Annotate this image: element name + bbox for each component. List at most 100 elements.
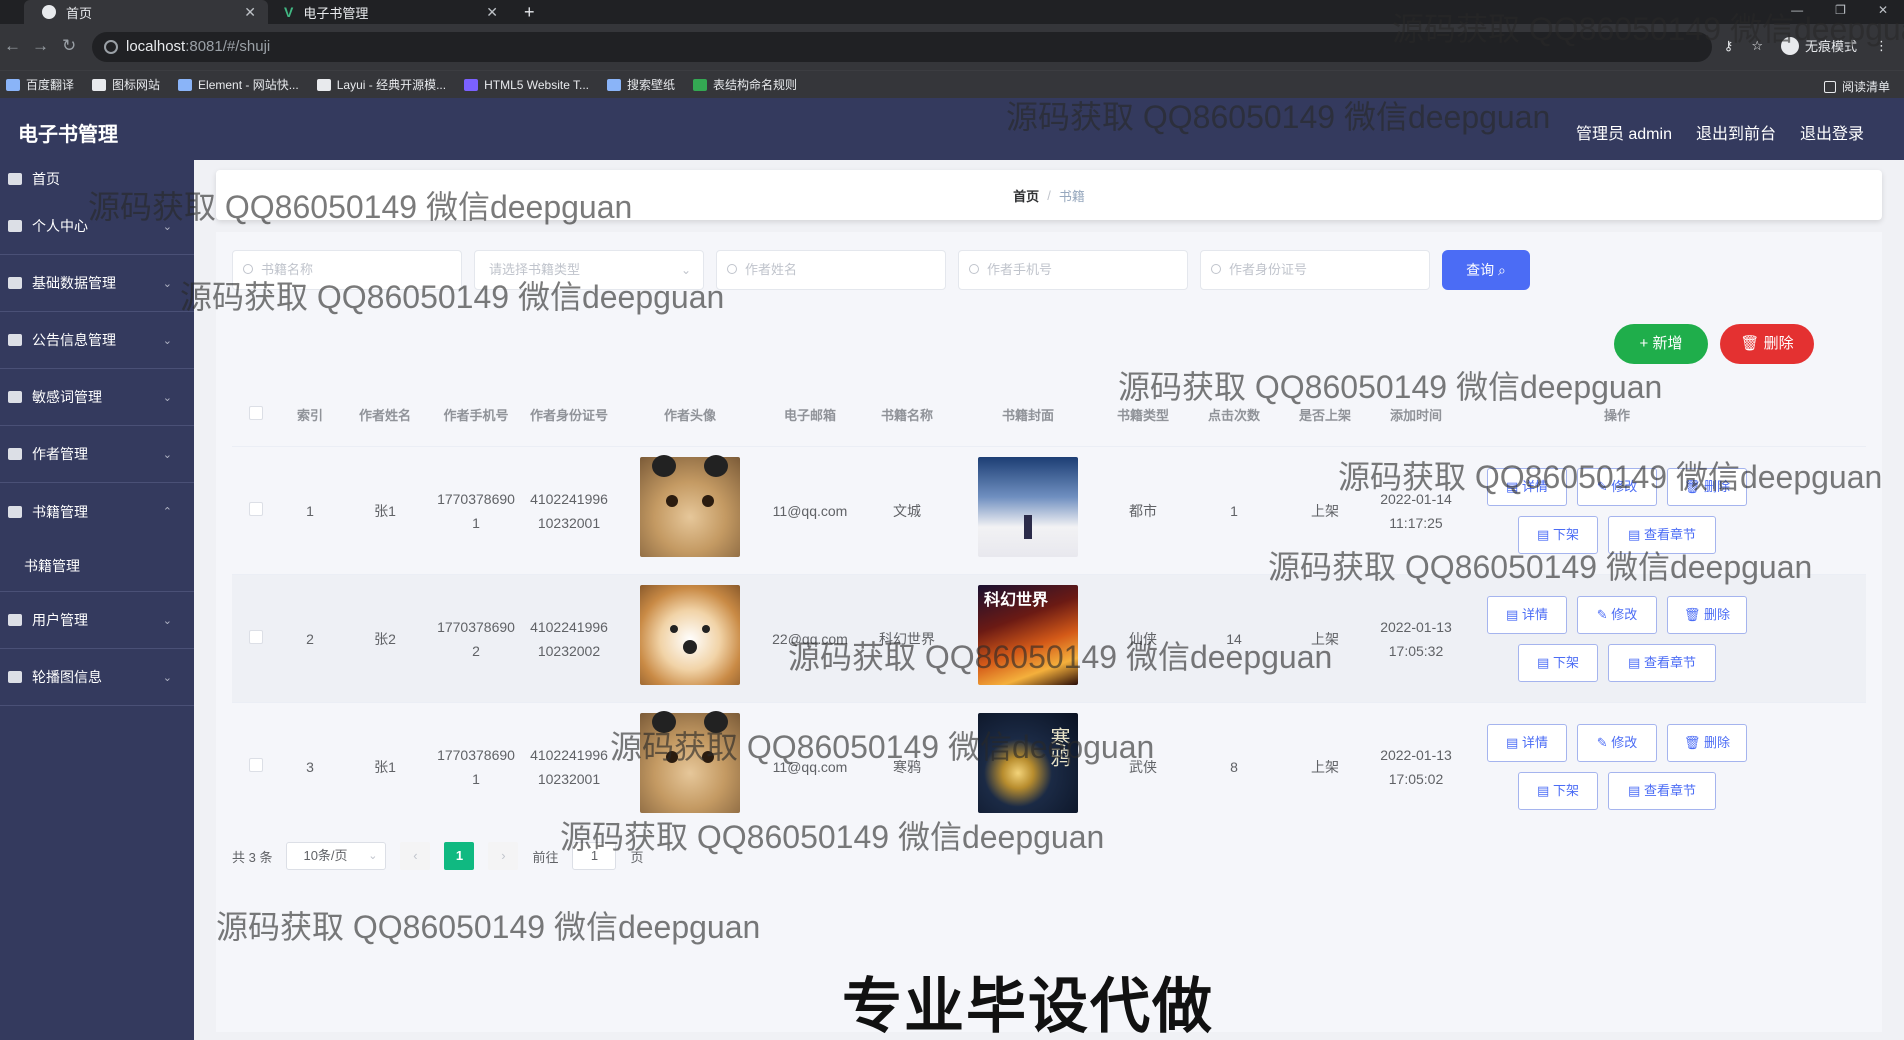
query-label: 查询 bbox=[1466, 262, 1495, 278]
star-icon[interactable]: ☆ bbox=[1751, 38, 1763, 54]
delete-button[interactable]: 🗑 删除 bbox=[1667, 595, 1747, 634]
chevron-down-icon: ⌄ bbox=[162, 671, 172, 684]
browser-tab-ebook[interactable]: V 电子书管理 ✕ bbox=[270, 0, 510, 24]
address-bar-actions: ⚷ ☆ 无痕模式 ⋮ bbox=[1724, 36, 1888, 55]
select-all-checkbox[interactable] bbox=[232, 404, 280, 428]
author-id-input[interactable]: 作者身份证号 bbox=[1200, 250, 1430, 290]
sidebar-subitem-book-management[interactable]: 书籍管理 bbox=[0, 540, 194, 592]
cell-avatar bbox=[616, 711, 764, 820]
sidebar-item-home[interactable]: 首页 bbox=[0, 160, 194, 198]
detail-button[interactable]: ▤ 详情 bbox=[1487, 595, 1567, 634]
page-number[interactable]: 1 bbox=[444, 842, 475, 870]
chapters-button[interactable]: ▤ 查看章节 bbox=[1608, 771, 1716, 810]
offshelf-button[interactable]: ▤ 下架 bbox=[1518, 515, 1598, 554]
sidebar-item-sensitive-words[interactable]: 敏感词管理 ⌄ bbox=[0, 369, 194, 426]
sidebar-item-carousel[interactable]: 轮播图信息 ⌄ bbox=[0, 649, 194, 706]
table-header: 索引 作者姓名 作者手机号 作者身份证号 作者头像 电子邮箱 书籍名称 书籍封面… bbox=[232, 386, 1866, 446]
sidebar-item-label: 书籍管理 bbox=[32, 503, 88, 520]
breadcrumb-home[interactable]: 首页 bbox=[1013, 186, 1039, 205]
logout-link[interactable]: 退出登录 bbox=[1800, 120, 1864, 144]
sidebar-item-base-data[interactable]: 基础数据管理 ⌄ bbox=[0, 255, 194, 312]
goto-page-input[interactable]: 1 bbox=[572, 842, 617, 870]
author-phone-input[interactable]: 作者手机号 bbox=[958, 250, 1188, 290]
batch-delete-button[interactable]: 🗑 删除 bbox=[1720, 324, 1814, 364]
key-icon[interactable]: ⚷ bbox=[1724, 38, 1734, 54]
checkbox[interactable] bbox=[249, 501, 263, 516]
author-name-input[interactable]: 作者姓名 bbox=[716, 250, 946, 290]
table-icon bbox=[693, 78, 708, 91]
bookmark-item[interactable]: Element - 网站快... bbox=[178, 76, 299, 93]
row-checkbox[interactable] bbox=[232, 499, 280, 523]
back-icon[interactable]: ← bbox=[4, 36, 21, 56]
sidebar-item-authors[interactable]: 作者管理 ⌄ bbox=[0, 426, 194, 483]
close-icon[interactable]: ✕ bbox=[244, 4, 256, 21]
detail-button[interactable]: ▤ 详情 bbox=[1487, 723, 1567, 762]
chevron-down-icon: ⌄ bbox=[680, 263, 691, 277]
bookmark-item[interactable]: 搜索壁纸 bbox=[607, 76, 675, 93]
chevron-down-icon: ⌄ bbox=[162, 334, 172, 347]
add-button[interactable]: + 新增 bbox=[1614, 324, 1708, 364]
sidebar-item-label: 作者管理 bbox=[32, 446, 88, 462]
cell-time: 2022-01-13 17:05:32 bbox=[1380, 618, 1452, 659]
bookmark-item[interactable]: 百度翻译 bbox=[6, 76, 74, 93]
next-page-button[interactable]: › bbox=[488, 842, 519, 870]
bookmark-item[interactable]: 表结构命名规则 bbox=[693, 76, 797, 93]
close-icon[interactable]: ✕ bbox=[486, 4, 498, 21]
new-tab-button[interactable]: + bbox=[524, 0, 535, 24]
sidebar-item-profile[interactable]: 个人中心 ⌄ bbox=[0, 198, 194, 255]
bookmarks-bar: 百度翻译 图标网站 Element - 网站快... Layui - 经典开源模… bbox=[0, 70, 1904, 98]
cell-cover bbox=[958, 585, 1098, 692]
browser-tab-home[interactable]: 首页 ✕ bbox=[24, 0, 268, 24]
offshelf-button[interactable]: ▤ 下架 bbox=[1518, 771, 1598, 810]
delete-button[interactable]: 🗑 删除 bbox=[1667, 467, 1747, 506]
row-checkbox[interactable] bbox=[232, 627, 280, 651]
close-window-icon[interactable]: ✕ bbox=[1878, 0, 1888, 20]
sidebar-item-notices[interactable]: 公告信息管理 ⌄ bbox=[0, 312, 194, 369]
menu-icon[interactable]: ⋮ bbox=[1875, 38, 1888, 54]
chapters-button[interactable]: ▤ 查看章节 bbox=[1608, 643, 1716, 682]
sidebar-item-books[interactable]: 书籍管理 ⌃ bbox=[0, 483, 194, 540]
restore-icon[interactable]: ❐ bbox=[1835, 0, 1846, 20]
author-avatar bbox=[640, 585, 740, 685]
edit-button[interactable]: ✎ 修改 bbox=[1577, 467, 1657, 506]
cell-type: 都市 bbox=[1129, 502, 1157, 519]
btn-label: 修改 bbox=[1611, 606, 1638, 622]
minimize-icon[interactable]: — bbox=[1791, 0, 1803, 20]
cell-email: 11@qq.com bbox=[772, 502, 848, 519]
offshelf-button[interactable]: ▤ 下架 bbox=[1518, 643, 1598, 682]
bookmark-item[interactable]: HTML5 Website T... bbox=[464, 78, 589, 92]
detail-button[interactable]: ▤ 详情 bbox=[1487, 467, 1567, 506]
actions-row: ▤ 详情 ✎ 修改 🗑 删除 bbox=[1487, 467, 1747, 506]
book-name-input[interactable]: 书籍名称 bbox=[232, 250, 462, 290]
checkbox[interactable] bbox=[249, 406, 263, 420]
browser-tab-bar: 首页 ✕ V 电子书管理 ✕ + — ❐ ✕ bbox=[0, 0, 1904, 24]
btn-label: 删除 bbox=[1704, 734, 1731, 750]
row-checkbox[interactable] bbox=[232, 755, 280, 779]
chapters-button[interactable]: ▤ 查看章节 bbox=[1608, 515, 1716, 554]
microphone-icon bbox=[8, 448, 22, 460]
checkbox[interactable] bbox=[249, 757, 263, 772]
sidebar-item-users[interactable]: 用户管理 ⌄ bbox=[0, 592, 194, 649]
edit-button[interactable]: ✎ 修改 bbox=[1577, 723, 1657, 762]
edit-button[interactable]: ✎ 修改 bbox=[1577, 595, 1657, 634]
to-front-link[interactable]: 退出到前台 bbox=[1696, 120, 1776, 144]
incognito-indicator[interactable]: 无痕模式 bbox=[1780, 36, 1857, 55]
prev-page-button[interactable]: ‹ bbox=[400, 842, 431, 870]
page-size-select[interactable]: 10条/页 ⌄ bbox=[286, 842, 387, 870]
url-input[interactable]: localhost:8081/#/shuji bbox=[92, 32, 1712, 62]
book-type-select[interactable]: 请选择书籍类型 ⌄ bbox=[474, 250, 704, 290]
bookmark-item[interactable]: 图标网站 bbox=[92, 76, 160, 93]
forward-icon[interactable]: → bbox=[32, 36, 49, 56]
col-header: 作者姓名 bbox=[358, 408, 411, 423]
reload-icon[interactable]: ↻ bbox=[62, 36, 76, 56]
app-title: 电子书管理 bbox=[18, 124, 118, 146]
cell-ops: ▤ 详情 ✎ 修改 🗑 删除 ▤ 下架 ▤ 查看章节 bbox=[1462, 595, 1772, 682]
bookmark-label: 表结构命名规则 bbox=[713, 78, 798, 92]
delete-button[interactable]: 🗑 删除 bbox=[1667, 723, 1747, 762]
book-cover bbox=[978, 457, 1078, 557]
btn-label: 下架 bbox=[1552, 654, 1579, 670]
checkbox[interactable] bbox=[249, 629, 263, 644]
reading-list[interactable]: 阅读清单 bbox=[1823, 78, 1890, 95]
bookmark-item[interactable]: Layui - 经典开源模... bbox=[316, 76, 446, 93]
query-button[interactable]: 查询 ⌕ bbox=[1442, 250, 1530, 290]
